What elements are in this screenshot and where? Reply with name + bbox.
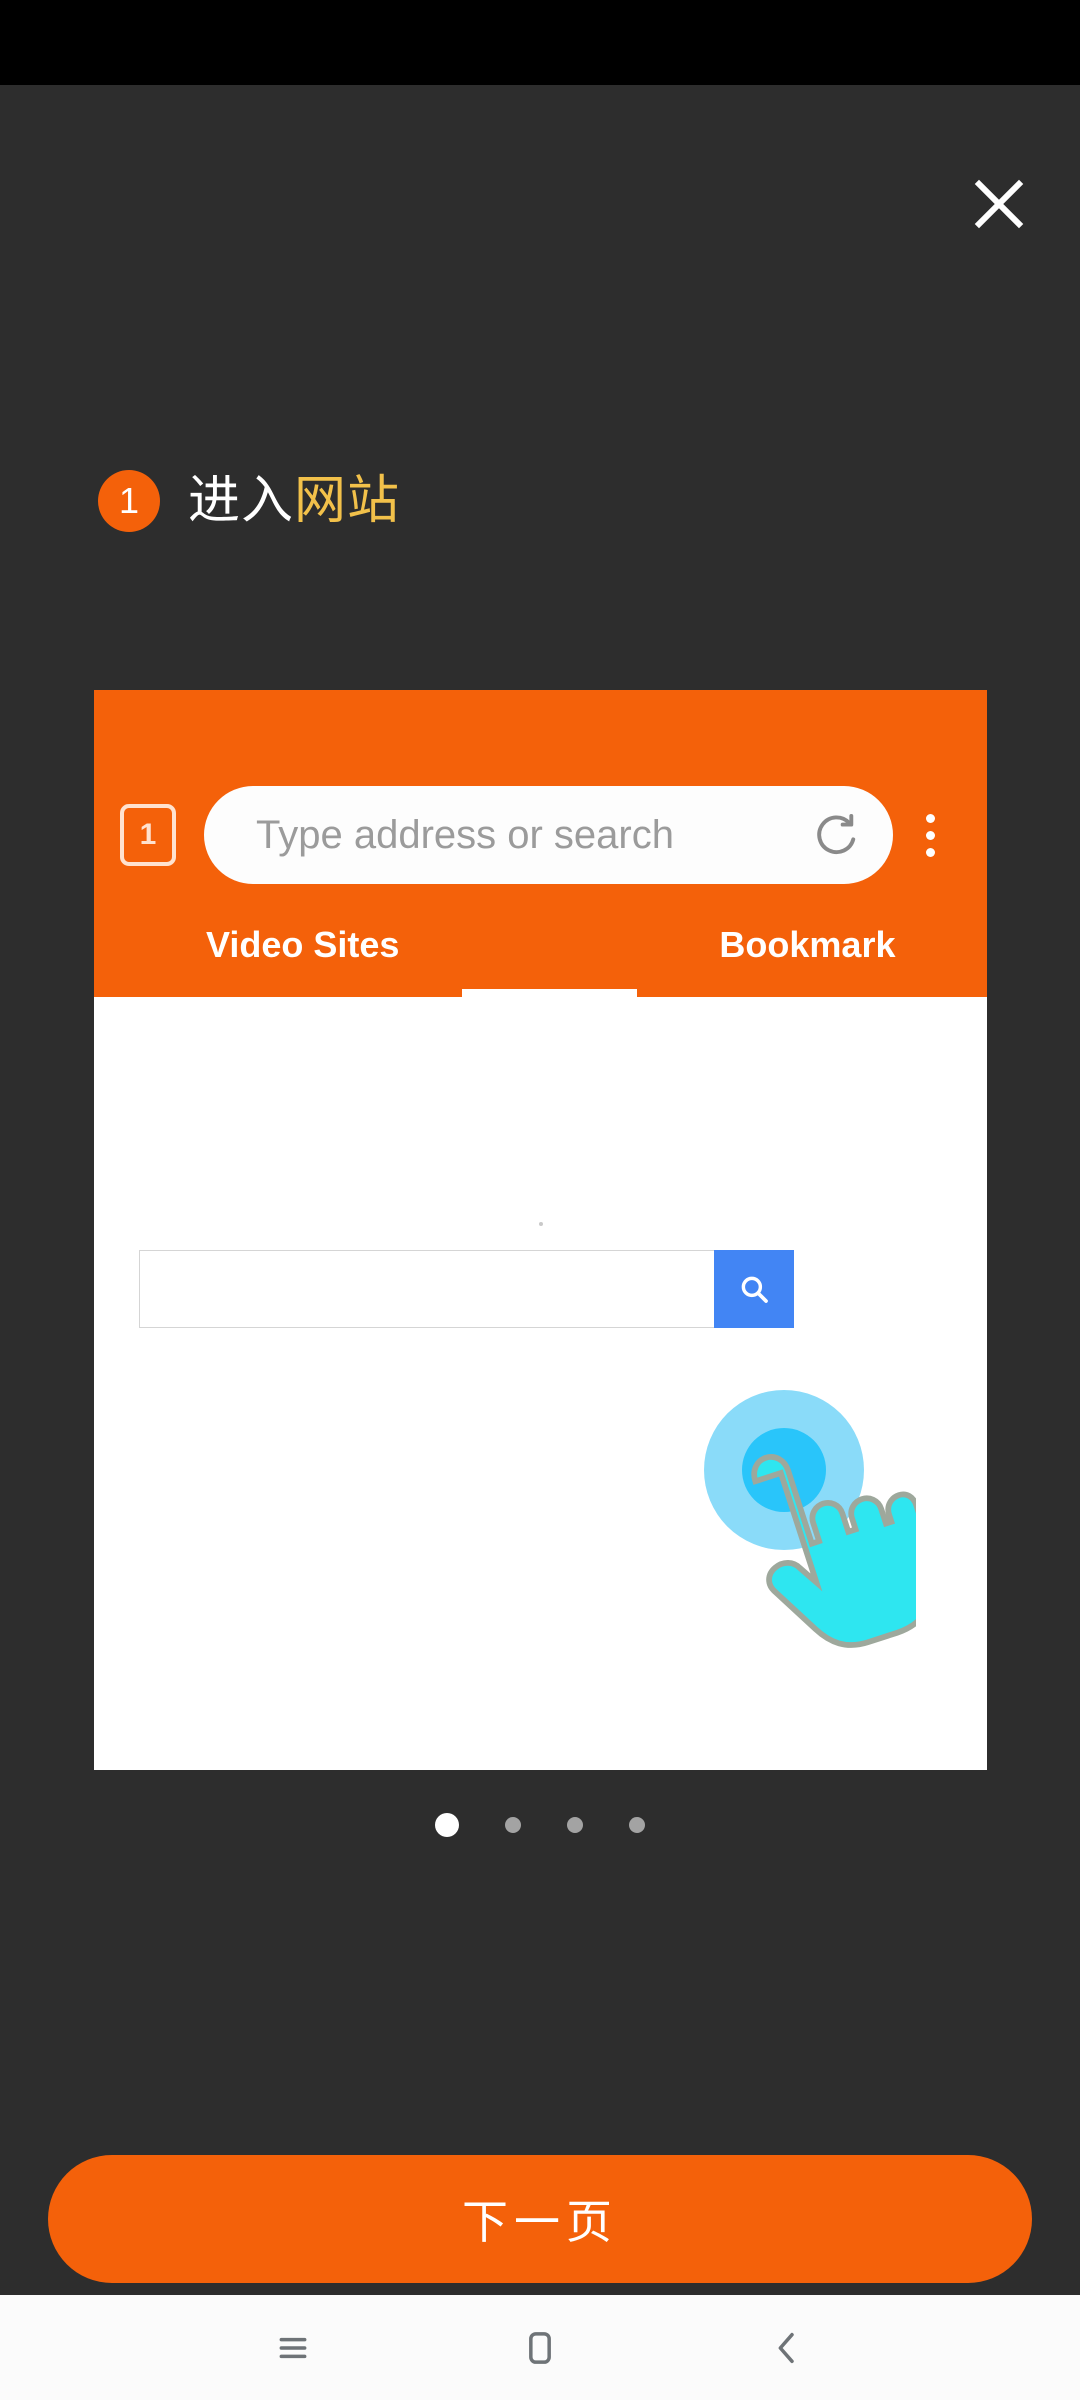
mockup-search-widget [139, 1250, 794, 1328]
step-heading: 1 进入网站 [98, 470, 400, 532]
carousel-indicator [0, 1813, 1080, 1837]
status-bar [0, 0, 1080, 85]
tab-count-badge[interactable]: 1 [120, 804, 176, 866]
content-dot [538, 1222, 543, 1226]
tutorial-overlay: 1 进入网站 1 Type address or search Video Si… [0, 85, 1080, 2295]
android-navigation-bar [0, 2295, 1080, 2400]
mockup-tab-strip: Video Sites Bookmark [94, 892, 987, 997]
carousel-dot-3[interactable] [567, 1817, 583, 1833]
close-icon[interactable] [960, 165, 1038, 243]
mockup-tab-bookmark[interactable]: Bookmark [709, 924, 905, 966]
address-bar[interactable]: Type address or search [204, 786, 893, 884]
browser-mockup: 1 Type address or search Video Sites Boo… [94, 690, 987, 1770]
overflow-menu-icon[interactable] [899, 813, 961, 857]
mockup-toolbar: 1 Type address or search Video Sites Boo… [94, 690, 987, 997]
active-tab-underline [462, 989, 637, 997]
carousel-dot-4[interactable] [629, 1817, 645, 1833]
back-icon[interactable] [742, 2303, 832, 2393]
address-input-placeholder: Type address or search [256, 812, 674, 857]
menu-dot [925, 813, 935, 823]
recents-icon[interactable] [248, 2303, 338, 2393]
carousel-dot-1[interactable] [435, 1813, 459, 1837]
step-number-badge: 1 [98, 470, 160, 532]
menu-dot [925, 847, 935, 857]
menu-dot [925, 830, 935, 840]
step-title-accent: 网站 [294, 472, 401, 530]
page-title: 进入网站 [188, 475, 400, 527]
search-icon[interactable] [714, 1250, 794, 1328]
mockup-page-content [94, 997, 987, 1770]
refresh-icon[interactable] [811, 809, 863, 861]
step-title-plain: 进入 [188, 472, 295, 530]
mockup-search-input[interactable] [139, 1250, 714, 1328]
next-page-button[interactable]: 下一页 [48, 2155, 1032, 2283]
mockup-tab-video-sites[interactable]: Video Sites [196, 924, 409, 966]
home-icon[interactable] [495, 2303, 585, 2393]
mockup-address-row: 1 Type address or search [94, 780, 987, 890]
carousel-dot-2[interactable] [505, 1817, 521, 1833]
